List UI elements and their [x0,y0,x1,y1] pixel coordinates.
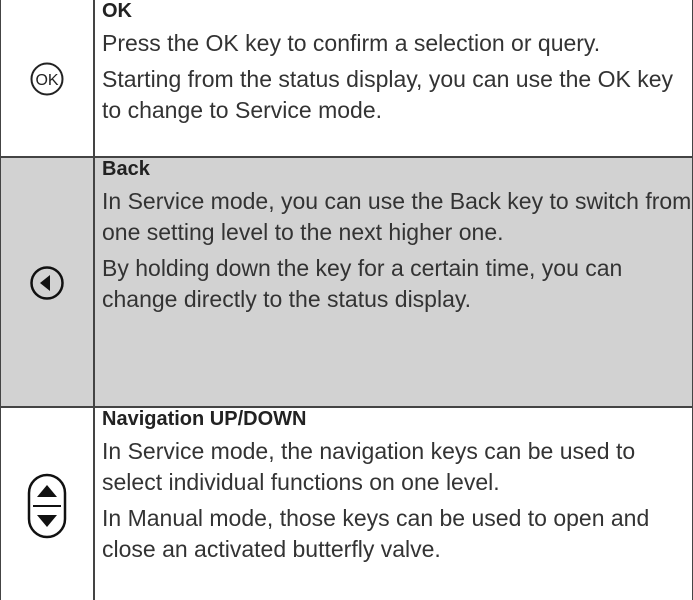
icon-cell-ok: OK [0,0,95,157]
row-paragraph: In Service mode, the navigation keys can… [102,438,636,495]
row-title: Navigation UP/DOWN [102,408,307,430]
row-paragraph: Press the OK key to confirm a selection … [102,30,601,56]
table-row-ok: OK OK Press the OK key to confirm a sele… [0,0,693,157]
icon-cell-navigation [0,406,95,600]
table-row-navigation: Navigation UP/DOWN In Service mode, the … [0,406,693,600]
text-cell-navigation: Navigation UP/DOWN In Service mode, the … [94,406,693,600]
up-down-navigation-icon [27,473,67,544]
ok-key-icon: OK [29,61,65,102]
row-paragraph: Starting from the status display, you ca… [102,66,674,123]
row-paragraph: In Service mode, you can use the Back ke… [102,188,692,245]
ok-icon-glyph: OK [35,72,58,89]
table-row-back: Back In Service mode, you can use the Ba… [0,156,693,407]
back-arrow-icon [29,265,65,306]
row-paragraph: By holding down the key for a certain ti… [102,255,623,312]
icon-cell-back [0,156,95,407]
row-title: Back [102,158,150,180]
row-paragraph: In Manual mode, those keys can be used t… [102,505,650,562]
text-cell-back: Back In Service mode, you can use the Ba… [94,156,693,407]
text-cell-ok: OK Press the OK key to confirm a selecti… [94,0,693,157]
row-title: OK [102,0,132,22]
key-description-table: OK OK Press the OK key to confirm a sele… [0,0,693,600]
